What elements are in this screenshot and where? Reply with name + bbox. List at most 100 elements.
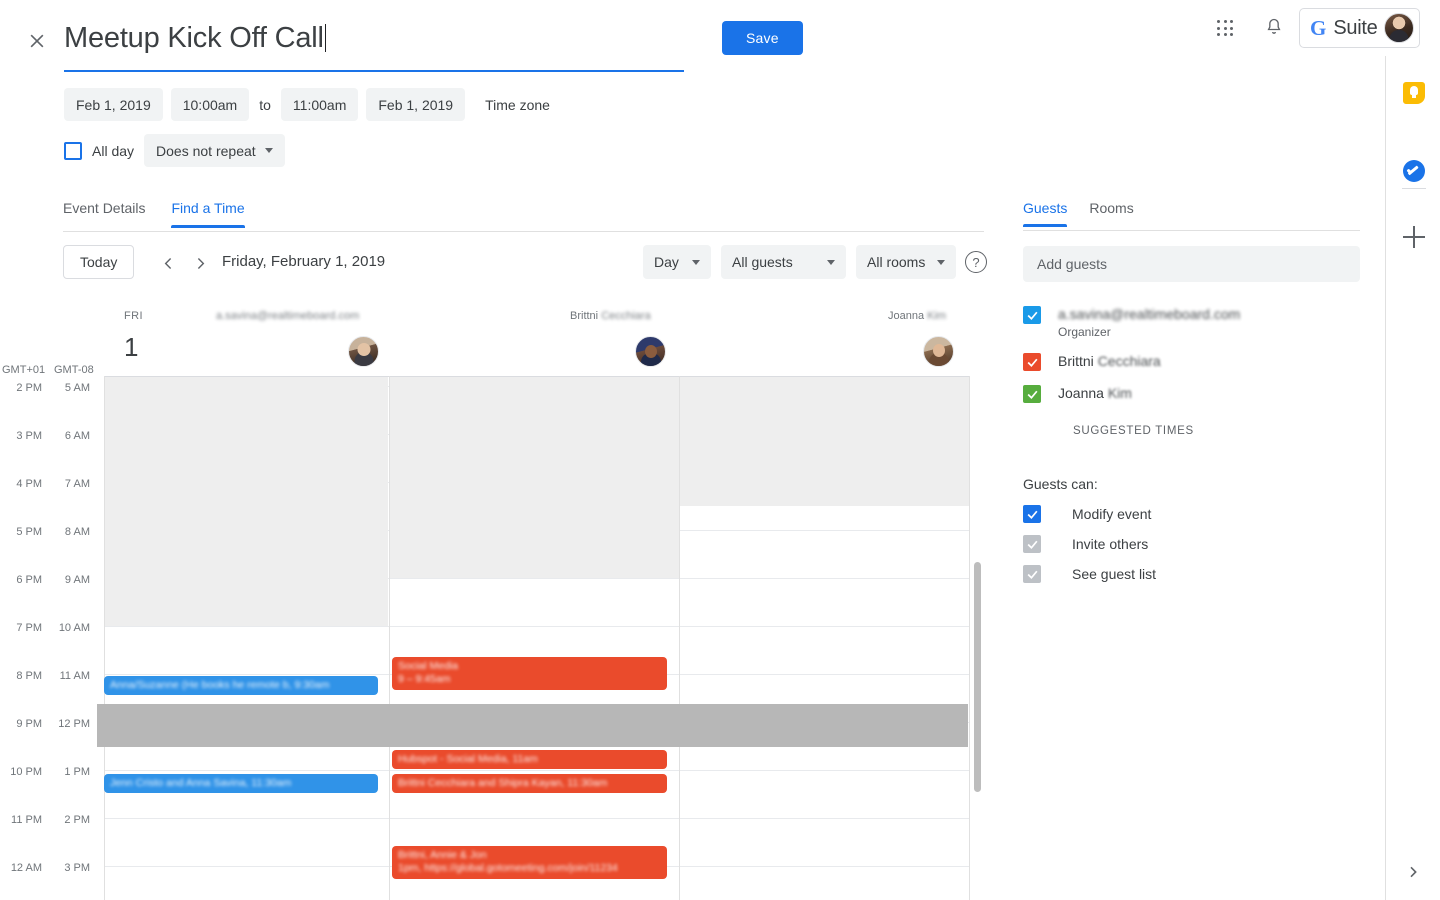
unavailable-shading-col1 [104, 377, 388, 626]
recurrence-dropdown[interactable]: Does not repeat [144, 134, 285, 167]
close-icon[interactable] [24, 28, 50, 54]
calendar-scrollbar[interactable] [974, 562, 981, 792]
calendar-grid[interactable]: Anna/Suzanne (He books he remote b, 9:30… [0, 376, 990, 900]
chevron-right-expand-icon[interactable] [1405, 864, 1421, 885]
guest-name: Brittni Cecchiara [1058, 353, 1161, 369]
event-editor-window: Meetup Kick Off Call Save G Suite Feb 1,… [0, 0, 1440, 900]
calendar-event[interactable]: Jenn Cristo and Anna Savina, 11:30am [104, 774, 378, 793]
timezone-header-left: GMT+01 [2, 364, 46, 376]
suggested-times-label[interactable]: SUGGESTED TIMES [1073, 425, 1194, 437]
rail-divider [1402, 188, 1426, 189]
event-title-field[interactable]: Meetup Kick Off Call [64, 18, 684, 72]
guests-can-label: Guests can: [1023, 476, 1098, 492]
guest-name: Joanna Kim [1058, 385, 1132, 401]
guest-checkbox[interactable] [1023, 306, 1041, 324]
panel-tabs-divider [1023, 230, 1360, 231]
guest-role: Organizer [1058, 325, 1111, 339]
calendar-event[interactable]: Brittni Cecchiara and Shipra Kayan, 11:3… [392, 774, 667, 793]
unavailable-shading-col2 [389, 377, 679, 578]
panel-tabs: Guests Rooms [1023, 200, 1360, 227]
chevron-down-icon [827, 259, 835, 265]
all-day-label: All day [92, 142, 135, 159]
guests-panel: Guests Rooms a.savina@realtimeboard.com … [1023, 200, 1360, 583]
guest-list-item[interactable]: Brittni Cecchiara [1023, 352, 1161, 371]
permission-checkbox[interactable] [1023, 505, 1041, 523]
calendar-toolbar: Today Friday, February 1, 2019 Day All g… [63, 245, 987, 281]
unavailable-shading-col3 [680, 377, 970, 506]
add-plus-icon[interactable] [1403, 226, 1425, 248]
apps-grid-icon[interactable] [1214, 17, 1238, 41]
column-header-guest-2: Brittni Cecchiara [570, 310, 651, 322]
tab-event-details[interactable]: Event Details [63, 200, 145, 228]
calendar-event[interactable]: Social Media 9 – 9:45am [392, 657, 667, 690]
column-header-guest-1: a.savina@realtimeboard.com [216, 310, 360, 322]
permission-invite-others[interactable]: Invite others [1023, 534, 1148, 553]
guest-checkbox[interactable] [1023, 385, 1041, 403]
to-label: to [259, 96, 271, 113]
calendar-event[interactable]: Anna/Suzanne (He books he remote b, 9:30… [104, 676, 378, 695]
schedule-chips: Feb 1, 2019 10:00am to 11:00am Feb 1, 20… [64, 88, 550, 121]
text-caret [324, 24, 326, 52]
tabs-divider [63, 231, 984, 232]
permission-see-guest-list[interactable]: See guest list [1023, 564, 1156, 583]
guest-list-item[interactable]: Joanna Kim [1023, 384, 1132, 403]
calendar-event[interactable]: Hubspot - Social Media, 11am [392, 750, 667, 769]
permission-checkbox[interactable] [1023, 565, 1041, 583]
guest-avatar-3 [923, 336, 954, 367]
guest-email: a.savina@realtimeboard.com [1058, 306, 1241, 322]
tab-rooms[interactable]: Rooms [1089, 200, 1133, 227]
end-time-chip[interactable]: 11:00am [280, 88, 359, 121]
avatar[interactable] [1384, 13, 1415, 43]
permission-label: See guest list [1072, 565, 1157, 582]
allday-repeat-row: All day Does not repeat [64, 134, 285, 167]
timezone-button[interactable]: Time zone [485, 97, 550, 113]
guest-checkbox[interactable] [1023, 353, 1041, 371]
permission-modify-event[interactable]: Modify event [1023, 504, 1151, 523]
start-date-chip[interactable]: Feb 1, 2019 [64, 88, 163, 121]
day-abbreviation: FRI [124, 310, 143, 322]
column-header-guest-3: Joanna Kim [888, 310, 947, 322]
tab-guests[interactable]: Guests [1023, 200, 1068, 227]
gsuite-label: Suite [1333, 16, 1378, 39]
calendar-current-date: Friday, February 1, 2019 [222, 253, 386, 270]
guests-filter-select[interactable]: All guests [721, 245, 846, 279]
today-button[interactable]: Today [63, 245, 135, 279]
notifications-bell-icon[interactable] [1264, 17, 1286, 39]
chevron-down-icon [937, 259, 945, 265]
start-time-chip[interactable]: 10:00am [170, 88, 250, 121]
view-select-label: Day [654, 254, 679, 270]
find-a-time-calendar: GMT+01 GMT-08 FRI 1 a.savina@realtimeboa… [0, 300, 990, 900]
add-guests-input[interactable] [1023, 246, 1360, 282]
gsuite-account-badge[interactable]: G Suite [1299, 8, 1421, 48]
event-title-text: Meetup Kick Off Call [64, 22, 324, 54]
view-select-day[interactable]: Day [643, 245, 711, 279]
help-circle-icon[interactable]: ? [965, 251, 987, 273]
guest-avatar-1 [348, 336, 379, 367]
chevron-down-icon [692, 259, 700, 265]
calendar-event[interactable]: Brittni, Annie & Jon 1pm, https://global… [392, 846, 667, 879]
permission-label: Modify event [1072, 505, 1152, 522]
chevron-right-icon[interactable] [187, 250, 213, 276]
all-day-checkbox[interactable] [64, 141, 82, 160]
editor-tabs: Event Details Find a Time [63, 200, 245, 228]
rooms-filter-select[interactable]: All rooms [856, 245, 956, 279]
chevron-left-icon[interactable] [155, 250, 181, 276]
recurrence-label: Does not repeat [156, 142, 256, 159]
guests-filter-label: All guests [732, 254, 793, 270]
google-tasks-icon[interactable] [1403, 160, 1425, 182]
permission-label: Invite others [1072, 535, 1149, 552]
save-button[interactable]: Save [722, 21, 803, 55]
side-rail [1385, 56, 1440, 900]
end-date-chip[interactable]: Feb 1, 2019 [366, 88, 466, 121]
chevron-down-icon [264, 148, 273, 153]
tab-find-a-time[interactable]: Find a Time [171, 200, 245, 228]
rooms-filter-label: All rooms [867, 254, 926, 270]
title-focus-underline [64, 70, 684, 72]
gsuite-g-logo: G [1310, 15, 1327, 40]
google-keep-icon[interactable] [1403, 82, 1425, 104]
day-number: 1 [124, 332, 139, 362]
guest-list-item[interactable]: a.savina@realtimeboard.com Organizer [1023, 305, 1240, 339]
proposed-time-band[interactable] [97, 704, 968, 747]
guest-avatar-2 [635, 336, 666, 367]
permission-checkbox[interactable] [1023, 535, 1041, 553]
